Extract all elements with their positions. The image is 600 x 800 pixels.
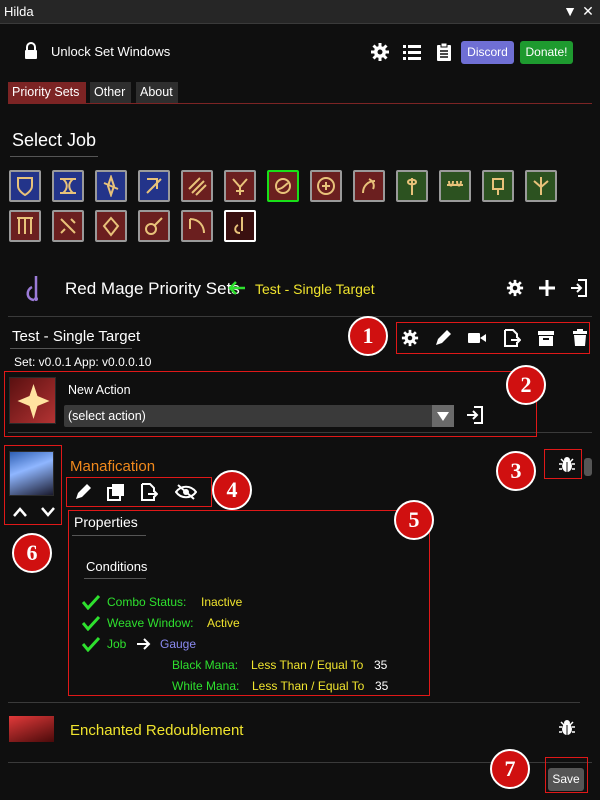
priority-sets-title: Red Mage Priority Sets — [65, 279, 240, 298]
job-bard-icon[interactable] — [9, 210, 41, 242]
job-monk-icon[interactable] — [181, 170, 213, 202]
lock-icon[interactable] — [22, 42, 40, 60]
annotation-badge-1: 1 — [348, 316, 388, 356]
discord-button[interactable]: Discord — [461, 41, 514, 64]
annotation-box-6 — [4, 445, 62, 525]
job-gunbreaker-icon[interactable] — [138, 170, 170, 202]
job-whitemage-icon[interactable] — [396, 170, 428, 202]
annotation-badge-4: 4 — [212, 470, 252, 510]
clipboard-icon[interactable] — [434, 42, 454, 62]
job-dragoon-icon[interactable] — [224, 170, 256, 202]
job-dancer-icon[interactable] — [95, 210, 127, 242]
job-machinist-icon[interactable] — [52, 210, 84, 242]
settings-gear-icon[interactable] — [370, 42, 390, 62]
job-redmage-icon[interactable] — [224, 210, 256, 242]
annotation-badge-5: 5 — [394, 500, 434, 540]
job-blackmage-icon[interactable] — [138, 210, 170, 242]
job-darkknight-icon[interactable] — [95, 170, 127, 202]
annotation-badge-6: 6 — [12, 533, 52, 573]
tab-underline — [8, 103, 592, 104]
back-arrow-icon[interactable] — [228, 280, 246, 296]
import-set-icon[interactable] — [570, 279, 588, 297]
heading-divider — [10, 156, 98, 157]
job-sage-icon[interactable] — [525, 170, 557, 202]
select-job-heading: Select Job — [12, 130, 97, 150]
section-divider — [8, 702, 580, 703]
job-samurai-icon[interactable] — [310, 170, 342, 202]
add-set-plus-icon[interactable] — [538, 279, 556, 297]
job-astrologian-icon[interactable] — [482, 170, 514, 202]
job-reaper-icon[interactable] — [353, 170, 385, 202]
annotation-box-2 — [4, 371, 537, 437]
set-version-text: Set: v0.0.1 App: v0.0.0.10 — [14, 355, 152, 369]
annotation-box-7 — [545, 757, 588, 793]
close-icon[interactable]: ✕ — [580, 3, 596, 19]
job-summoner-icon[interactable] — [181, 210, 213, 242]
heading-divider — [10, 348, 132, 349]
tab-priority-sets[interactable]: Priority Sets — [8, 82, 86, 103]
job-ninja-icon[interactable] — [267, 170, 299, 202]
tab-other[interactable]: Other — [90, 82, 131, 103]
set-name-heading: Test - Single Target — [12, 328, 141, 345]
job-paladin-icon[interactable] — [9, 170, 41, 202]
current-set-label[interactable]: Test - Single Target — [255, 281, 375, 297]
annotation-badge-7: 7 — [490, 749, 530, 789]
list-icon[interactable] — [402, 42, 422, 62]
job-warrior-icon[interactable] — [52, 170, 84, 202]
scrollbar-thumb[interactable] — [584, 458, 592, 476]
action-name: Enchanted Redoublement — [70, 722, 244, 739]
annotation-box-3 — [544, 449, 582, 479]
window-title: Hilda — [4, 4, 34, 19]
enchanted-redoublement-icon — [9, 716, 54, 742]
annotation-badge-2: 2 — [506, 365, 546, 405]
annotation-box-4 — [66, 477, 212, 507]
job-scholar-icon[interactable] — [439, 170, 471, 202]
redmage-logo-icon — [26, 276, 38, 302]
unlock-set-windows-label[interactable]: Unlock Set Windows — [51, 44, 170, 59]
tab-about[interactable]: About — [136, 82, 178, 103]
donate-button[interactable]: Donate! — [520, 41, 573, 64]
title-bar: Hilda ▼ ✕ — [0, 0, 600, 24]
collapse-icon[interactable]: ▼ — [562, 3, 578, 19]
debug-bug-icon[interactable] — [558, 719, 576, 737]
action-name: Manafication — [70, 458, 156, 475]
annotation-box-5 — [68, 510, 430, 696]
section-divider — [8, 316, 592, 317]
annotation-box-1 — [396, 322, 590, 354]
set-settings-gear-icon[interactable] — [506, 279, 524, 297]
annotation-badge-3: 3 — [496, 451, 536, 491]
